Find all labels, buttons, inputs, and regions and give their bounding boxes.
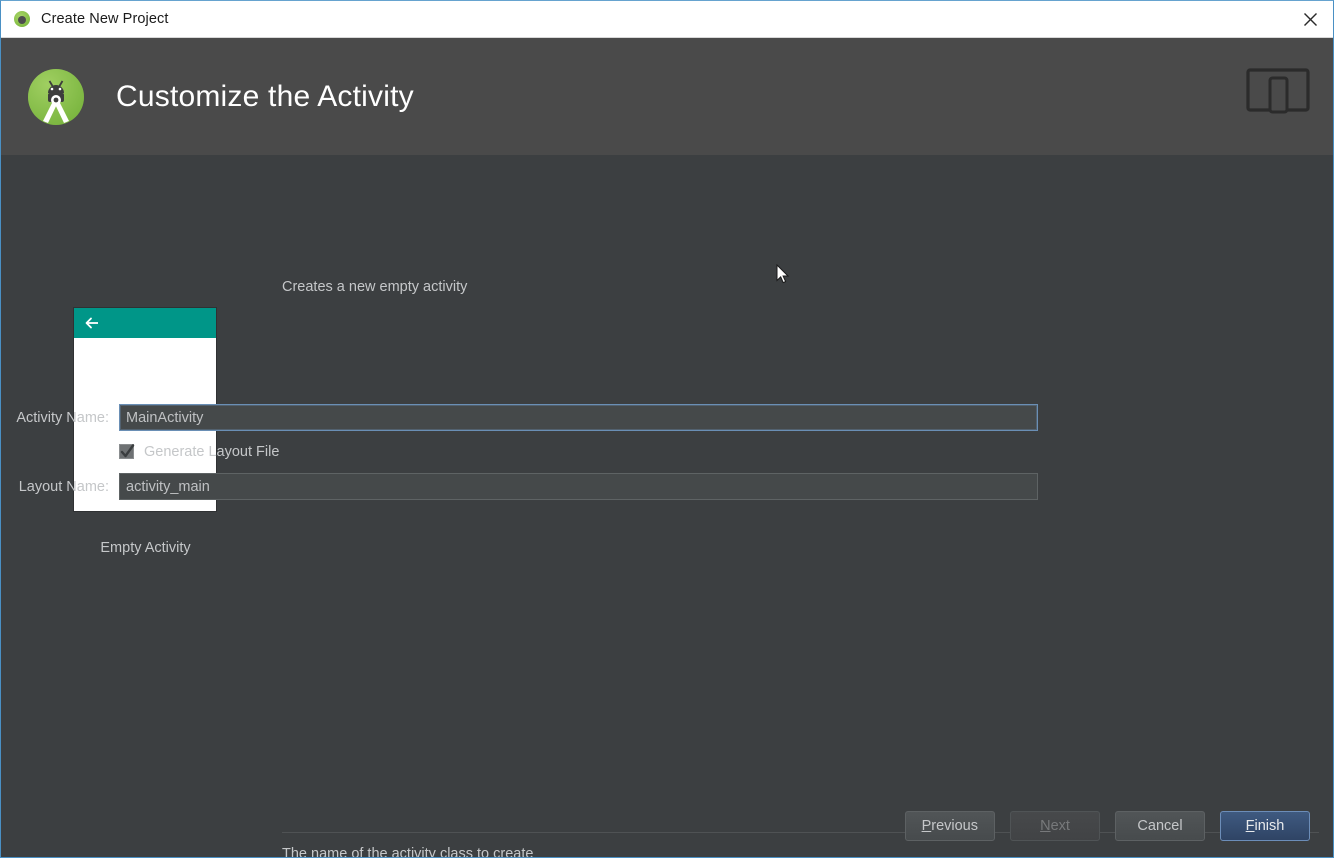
preview-appbar	[74, 308, 216, 338]
generate-layout-checkbox[interactable]: Generate Layout File	[119, 444, 279, 460]
wizard-body: Empty Activity Creates a new empty activ…	[1, 155, 1333, 857]
close-icon[interactable]	[1287, 1, 1333, 37]
activity-name-label: Activity Name:	[16, 409, 109, 426]
template-description: Creates a new empty activity	[282, 279, 468, 295]
next-button-label: ext	[1050, 818, 1070, 834]
activity-name-row: Activity Name:	[1, 404, 1038, 431]
tablet-device-icon	[1246, 66, 1310, 118]
finish-mnemonic: F	[1245, 818, 1255, 834]
layout-name-row: Layout Name:	[1, 473, 1038, 500]
layout-name-input[interactable]	[119, 473, 1038, 500]
previous-mnemonic: P	[921, 818, 932, 834]
cancel-button[interactable]: Cancel	[1115, 811, 1205, 841]
previous-button[interactable]: Previous	[904, 811, 995, 841]
window-titlebar: Create New Project	[1, 1, 1333, 38]
android-studio-icon	[14, 11, 30, 27]
arrow-left-icon	[84, 315, 100, 331]
android-studio-logo-icon	[26, 67, 86, 127]
activity-form: Creates a new empty activity	[282, 279, 1319, 297]
next-mnemonic: N	[1040, 818, 1051, 834]
next-button[interactable]: Next	[1010, 811, 1100, 841]
wizard-header: Customize the Activity	[1, 38, 1333, 155]
template-preview: Empty Activity	[73, 307, 218, 556]
wizard-button-bar: Previous Next Cancel Finish	[904, 811, 1310, 841]
finish-button[interactable]: Finish	[1220, 811, 1310, 841]
window-title: Create New Project	[41, 11, 169, 27]
layout-name-label: Layout Name:	[18, 478, 109, 495]
check-icon[interactable]	[119, 444, 135, 459]
form-help-text: The name of the activity class to create	[282, 846, 534, 858]
activity-name-input[interactable]	[119, 404, 1038, 431]
create-new-project-dialog: Create New Project Customize the Activit…	[0, 0, 1334, 858]
finish-button-label: inish	[1254, 818, 1285, 834]
cancel-button-label: Cancel	[1137, 818, 1183, 834]
generate-layout-label: Generate Layout File	[144, 443, 280, 460]
preview-label: Empty Activity	[100, 540, 191, 556]
generate-layout-row: Generate Layout File	[1, 438, 1038, 465]
wizard-step-title: Customize the Activity	[116, 79, 414, 113]
previous-button-label: revious	[931, 818, 978, 834]
